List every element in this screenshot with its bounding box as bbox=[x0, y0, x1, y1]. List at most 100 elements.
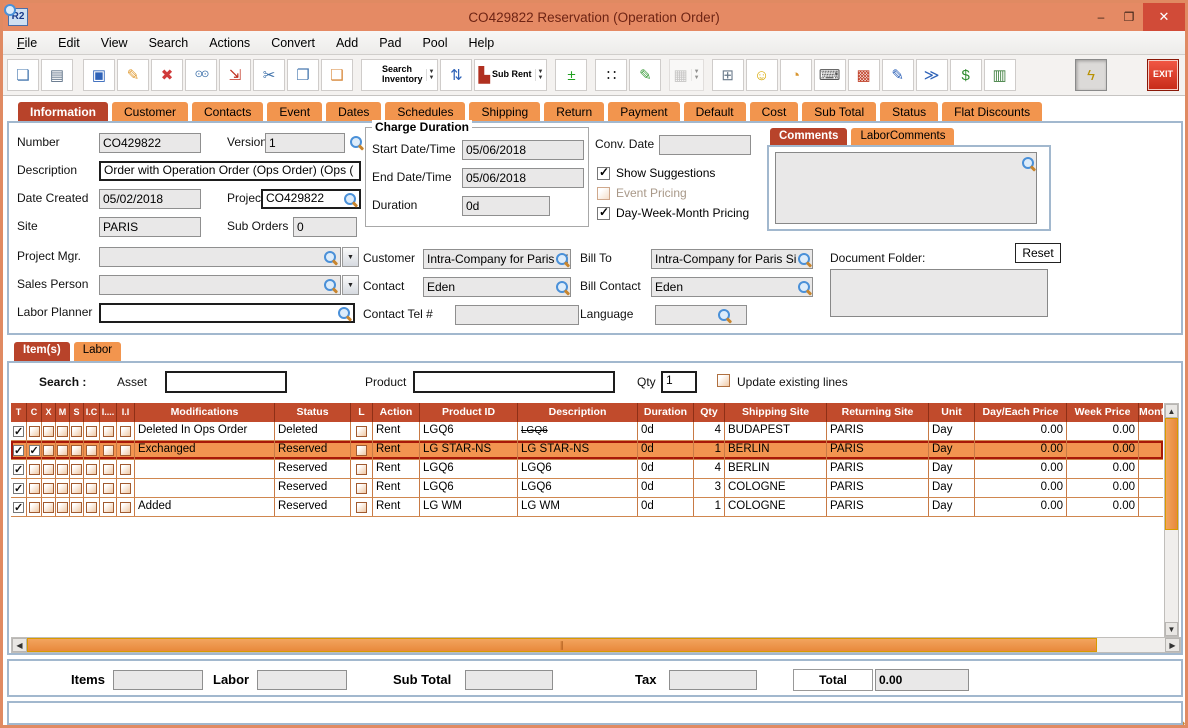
contact-field[interactable]: Eden bbox=[423, 277, 571, 297]
table-cell[interactable]: Reserved bbox=[275, 460, 351, 478]
contact-tel-field[interactable] bbox=[455, 305, 579, 325]
paste-button[interactable]: ❑ bbox=[321, 59, 353, 91]
main-tab[interactable]: Event bbox=[266, 101, 324, 121]
contact-search-icon[interactable] bbox=[555, 280, 570, 295]
table-cell[interactable] bbox=[1139, 460, 1163, 478]
table-cell[interactable]: 0d bbox=[638, 422, 694, 440]
table-cell[interactable]: LGQ6 bbox=[518, 460, 638, 478]
project-mgr-dropdown[interactable] bbox=[342, 247, 359, 267]
menu-item[interactable]: Pool bbox=[422, 36, 447, 50]
table-cell[interactable]: BUDAPEST bbox=[725, 422, 827, 440]
table-cell[interactable] bbox=[1139, 479, 1163, 497]
calendar-button[interactable]: ▦ bbox=[669, 59, 704, 91]
dropdown-arrows-icon[interactable] bbox=[425, 69, 435, 81]
row-checkbox[interactable] bbox=[57, 425, 68, 437]
edit-document-button[interactable]: ✎ bbox=[881, 59, 914, 91]
table-cell[interactable] bbox=[1139, 441, 1163, 459]
sub-rent-button[interactable]: ▙ Sub Rent bbox=[474, 59, 548, 91]
row-checkbox[interactable] bbox=[71, 482, 82, 494]
find-button[interactable]: ⊙⊙ bbox=[185, 59, 217, 91]
table-cell[interactable]: PARIS bbox=[827, 479, 929, 497]
row-checkbox[interactable] bbox=[43, 482, 54, 494]
row-checkbox[interactable] bbox=[102, 444, 114, 456]
table-cell[interactable]: LG WM bbox=[518, 498, 638, 516]
scroll-left-icon[interactable]: ◀ bbox=[12, 638, 27, 652]
menu-item[interactable]: Pad bbox=[379, 36, 401, 50]
price-list-button[interactable]: $ bbox=[949, 59, 982, 91]
main-tab[interactable]: Sub Total bbox=[801, 101, 878, 121]
row-checkbox[interactable] bbox=[120, 444, 131, 456]
language-field[interactable] bbox=[655, 305, 747, 325]
table-cell[interactable]: 0.00 bbox=[975, 422, 1067, 440]
table-cell[interactable]: COLOGNE bbox=[725, 479, 827, 497]
copy-order-button[interactable]: ⇲ bbox=[219, 59, 251, 91]
search-inventory-button[interactable]: Search Inventory bbox=[361, 59, 439, 91]
table-cell[interactable]: BERLIN bbox=[725, 441, 827, 459]
row-checkbox[interactable] bbox=[102, 425, 114, 437]
table-cell[interactable]: 4 bbox=[694, 460, 725, 478]
row-checkbox[interactable] bbox=[120, 482, 131, 494]
main-tab[interactable]: Information bbox=[17, 101, 109, 121]
table-cell[interactable]: BERLIN bbox=[725, 460, 827, 478]
row-checkbox[interactable] bbox=[57, 482, 68, 494]
table-cell[interactable] bbox=[135, 479, 275, 497]
folder-history-button[interactable]: ◔ bbox=[779, 59, 812, 91]
table-cell[interactable]: Deleted In Ops Order bbox=[135, 422, 275, 440]
labor-planner-search-icon[interactable] bbox=[337, 306, 352, 321]
table-cell[interactable] bbox=[135, 460, 275, 478]
row-checkbox[interactable] bbox=[71, 463, 82, 475]
items-hscrollbar[interactable]: ◀ ∥ ▶ bbox=[11, 637, 1181, 653]
table-cell[interactable]: LGQ6 bbox=[518, 422, 638, 440]
copy-button[interactable]: ❐ bbox=[287, 59, 319, 91]
row-checkbox[interactable] bbox=[28, 463, 40, 475]
table-cell[interactable]: 0.00 bbox=[1067, 498, 1139, 516]
row-checkbox[interactable] bbox=[86, 463, 97, 475]
table-row[interactable]: ExchangedReservedRentLG STAR-NSLG STAR-N… bbox=[11, 441, 1163, 460]
row-checkbox[interactable] bbox=[57, 463, 68, 475]
table-cell[interactable]: 0.00 bbox=[1067, 422, 1139, 440]
bill-contact-field[interactable]: Eden bbox=[651, 277, 813, 297]
table-cell[interactable]: 0.00 bbox=[975, 460, 1067, 478]
table-cell[interactable]: 1 bbox=[694, 498, 725, 516]
row-checkbox[interactable] bbox=[356, 463, 367, 475]
table-cell[interactable] bbox=[1139, 498, 1163, 516]
table-cell[interactable]: 0d bbox=[638, 498, 694, 516]
menu-item[interactable]: Help bbox=[469, 36, 495, 50]
row-checkbox[interactable] bbox=[86, 482, 97, 494]
table-cell[interactable]: 4 bbox=[694, 422, 725, 440]
table-cell[interactable]: 0.00 bbox=[1067, 460, 1139, 478]
sales-person-field[interactable] bbox=[99, 275, 341, 295]
description-field[interactable]: Order with Operation Order (Ops Order) (… bbox=[99, 161, 361, 181]
table-cell[interactable]: PARIS bbox=[827, 460, 929, 478]
row-checkbox[interactable] bbox=[71, 501, 82, 513]
row-checkbox[interactable] bbox=[43, 425, 54, 437]
project-mgr-search-icon[interactable] bbox=[323, 250, 338, 265]
table-cell[interactable]: 0d bbox=[638, 441, 694, 459]
table-cell[interactable]: Day bbox=[929, 460, 975, 478]
table-cell[interactable]: Rent bbox=[373, 479, 420, 497]
checkbox[interactable] bbox=[597, 165, 610, 180]
table-row[interactable]: ReservedRentLGQ6LGQ60d4BERLINPARISDay0.0… bbox=[11, 460, 1163, 479]
row-checkbox[interactable] bbox=[102, 463, 114, 475]
language-search-icon[interactable] bbox=[717, 308, 732, 323]
sales-person-search-icon[interactable] bbox=[323, 278, 338, 293]
comments-search-icon[interactable] bbox=[1021, 156, 1036, 171]
comments-tab[interactable]: LaborComments bbox=[850, 127, 956, 147]
items-tab[interactable]: Item(s) bbox=[13, 341, 71, 361]
table-cell[interactable]: LGQ6 bbox=[420, 422, 518, 440]
row-checkbox[interactable] bbox=[13, 462, 24, 478]
table-cell[interactable]: 1 bbox=[694, 441, 725, 459]
sales-person-dropdown[interactable] bbox=[342, 275, 359, 295]
main-tab[interactable]: Shipping bbox=[468, 101, 542, 121]
site-field[interactable]: PARIS bbox=[99, 217, 201, 237]
inventory-cubes-button[interactable]: ▩ bbox=[847, 59, 880, 91]
notes-button[interactable]: ✎ bbox=[629, 59, 662, 91]
main-tab[interactable]: Flat Discounts bbox=[941, 101, 1044, 121]
table-row[interactable]: ReservedRentLGQ6LGQ60d3COLOGNEPARISDay0.… bbox=[11, 479, 1163, 498]
dropdown-arrows-icon[interactable] bbox=[690, 69, 700, 81]
qty-input[interactable]: 1 bbox=[661, 371, 697, 393]
bill-to-search-icon[interactable] bbox=[797, 252, 812, 267]
table-cell[interactable]: Rent bbox=[373, 498, 420, 516]
row-checkbox[interactable] bbox=[86, 425, 97, 437]
document-folder-box[interactable] bbox=[830, 269, 1048, 317]
